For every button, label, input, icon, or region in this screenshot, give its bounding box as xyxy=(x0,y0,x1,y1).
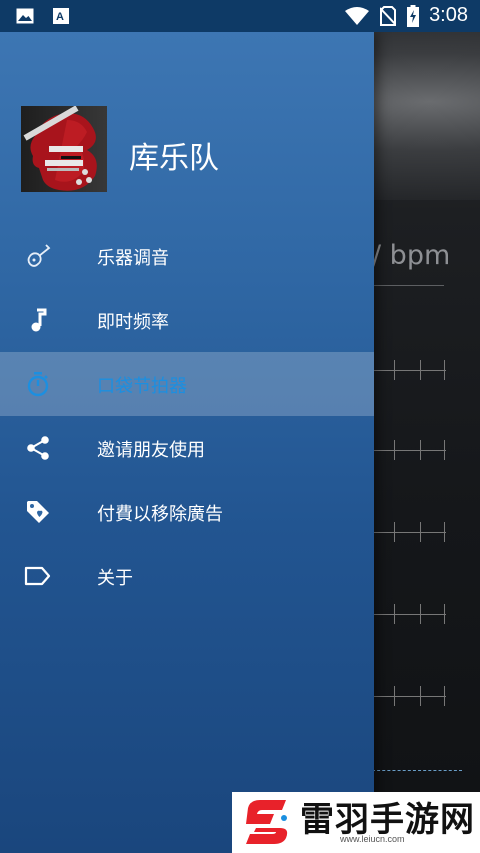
beat-ticks xyxy=(372,440,446,460)
battery-charging-icon xyxy=(407,4,420,27)
svg-text:A: A xyxy=(56,11,64,23)
watermark: 雷羽手游网 www.leiucn.com xyxy=(232,792,480,853)
menu-item-label: 即时频率 xyxy=(97,312,169,333)
menu-item-about[interactable]: 关于 xyxy=(0,544,374,608)
menu-item-label: 关于 xyxy=(97,568,133,589)
dashed-divider xyxy=(372,770,462,772)
no-sim-icon xyxy=(379,5,397,26)
wifi-icon xyxy=(345,6,370,25)
app-avatar-guitar-image xyxy=(21,106,107,192)
music-note-icon xyxy=(24,306,52,334)
menu-item-label: 口袋节拍器 xyxy=(97,376,187,397)
watermark-url: www.leiucn.com xyxy=(340,834,405,844)
menu-item-label: 邀请朋友使用 xyxy=(97,440,205,461)
stopwatch-icon xyxy=(24,370,52,398)
text-app-icon: A xyxy=(52,7,70,25)
app-name: 库乐队 xyxy=(129,141,219,176)
beat-ticks xyxy=(372,686,446,706)
menu-item-invite[interactable]: 邀请朋友使用 xyxy=(0,416,374,480)
image-icon xyxy=(16,7,34,25)
share-icon xyxy=(24,434,52,462)
menu-item-label: 付費以移除廣告 xyxy=(97,504,223,525)
watermark-logo-icon xyxy=(240,798,292,846)
menu-item-label: 乐器调音 xyxy=(97,248,169,269)
menu-item-remove-ads[interactable]: 付費以移除廣告 xyxy=(0,480,374,544)
beat-ticks xyxy=(372,522,446,542)
bpm-underline xyxy=(372,285,444,286)
drawer-menu: 乐器调音 即时频率 口袋节拍器 邀请朋友使用 付費以移除廣告 关于 xyxy=(0,224,374,608)
beat-ticks xyxy=(372,604,446,624)
tag-icon xyxy=(24,498,52,526)
beat-ticks xyxy=(372,360,446,380)
status-time: 3:08 xyxy=(429,4,468,26)
bpm-label: / bpm xyxy=(372,240,451,271)
status-bar: A 3:08 xyxy=(0,0,480,32)
label-icon xyxy=(24,562,52,590)
menu-item-metronome[interactable]: 口袋节拍器 xyxy=(0,352,374,416)
guitar-icon xyxy=(24,242,52,270)
menu-item-frequency[interactable]: 即时频率 xyxy=(0,288,374,352)
navigation-drawer: 库乐队 乐器调音 即时频率 口袋节拍器 邀请朋友使用 付費以移除廣告 关于 xyxy=(0,32,374,853)
menu-item-tuner[interactable]: 乐器调音 xyxy=(0,224,374,288)
